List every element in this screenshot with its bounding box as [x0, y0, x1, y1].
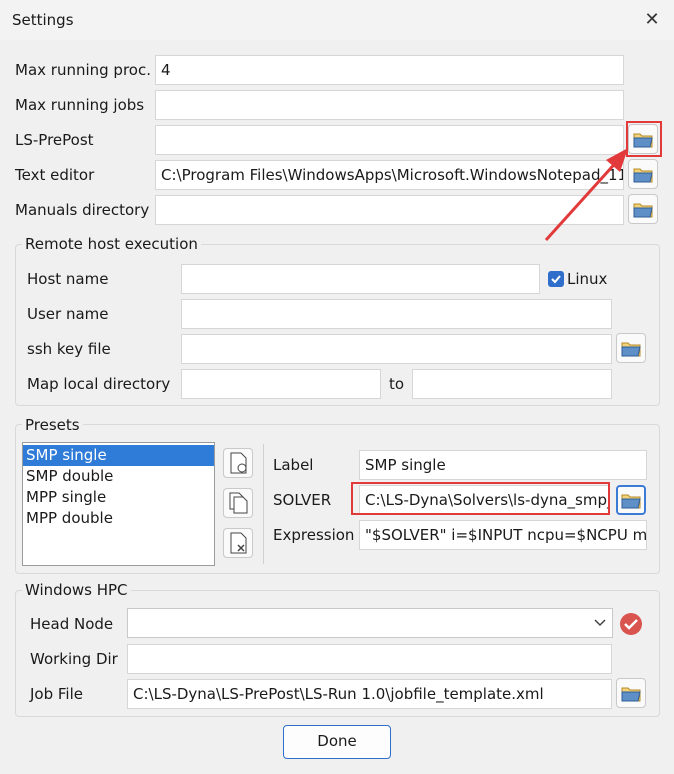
windows-hpc-group-title: Windows HPC	[22, 581, 131, 599]
folder-icon	[621, 342, 641, 357]
solver-browse-button[interactable]	[616, 485, 646, 515]
new-document-icon	[230, 452, 247, 474]
manuals-directory-label: Manuals directory	[15, 201, 150, 219]
linux-checkbox[interactable]	[548, 271, 564, 287]
ssh-key-file-input[interactable]	[181, 334, 612, 364]
user-name-label: User name	[27, 305, 109, 323]
max-running-jobs-label: Max running jobs	[15, 96, 145, 114]
preset-list-item[interactable]: SMP single	[23, 445, 214, 466]
map-local-directory-input[interactable]	[181, 369, 381, 399]
max-running-proc-label: Max running proc.	[15, 61, 151, 79]
max-running-proc-input[interactable]: 4	[155, 55, 624, 85]
title-bar	[0, 0, 674, 40]
to-label: to	[389, 375, 405, 393]
job-file-input[interactable]: C:\LS-Dyna\LS-PrePost\LS-Run 1.0\jobfile…	[127, 679, 612, 709]
chevron-down-icon	[594, 619, 606, 627]
job-file-label: Job File	[30, 685, 83, 703]
preset-divider	[263, 444, 264, 564]
working-dir-label: Working Dir	[30, 650, 118, 668]
expression-label: Expression	[273, 526, 355, 544]
delete-preset-button[interactable]	[223, 528, 253, 558]
head-node-select[interactable]	[127, 608, 613, 638]
close-button[interactable]: ✕	[640, 8, 664, 32]
ls-prepost-label: LS-PrePost	[15, 131, 94, 149]
max-running-jobs-input[interactable]	[155, 90, 624, 120]
preset-list-item[interactable]: SMP double	[23, 466, 214, 487]
done-button[interactable]: Done	[283, 725, 391, 759]
new-preset-button[interactable]	[223, 448, 253, 478]
working-dir-input[interactable]	[127, 644, 612, 674]
annotation-arrow	[544, 148, 628, 242]
linux-label: Linux	[567, 270, 608, 288]
ssh-key-file-label: ssh key file	[27, 340, 111, 358]
annotation-highlight-box	[351, 482, 610, 515]
text-editor-label: Text editor	[15, 166, 95, 184]
check-status-icon[interactable]	[619, 612, 643, 636]
delete-document-icon	[230, 532, 247, 554]
folder-icon	[621, 687, 641, 702]
close-icon: ✕	[644, 9, 660, 30]
host-name-input[interactable]	[181, 264, 540, 294]
window-title: Settings	[12, 11, 74, 29]
copy-preset-button[interactable]	[223, 488, 253, 518]
preset-label-input[interactable]: SMP single	[359, 450, 647, 480]
checkmark-icon	[551, 275, 561, 284]
folder-icon	[621, 494, 641, 509]
preset-label-label: Label	[273, 456, 314, 474]
expression-input[interactable]: "$SOLVER" i=$INPUT ncpu=$NCPU me	[359, 520, 647, 550]
preset-list-item[interactable]: MPP double	[23, 508, 214, 529]
solver-label: SOLVER	[273, 491, 332, 509]
host-name-label: Host name	[27, 270, 109, 288]
job-file-browse-button[interactable]	[616, 678, 646, 708]
copy-icon	[229, 492, 248, 514]
map-remote-directory-input[interactable]	[412, 369, 612, 399]
ssh-key-browse-button[interactable]	[616, 333, 646, 363]
head-node-label: Head Node	[30, 615, 114, 633]
preset-list-item[interactable]: MPP single	[23, 487, 214, 508]
presets-group-title: Presets	[22, 416, 83, 434]
map-local-directory-label: Map local directory	[27, 375, 171, 393]
remote-host-group-title: Remote host execution	[22, 235, 201, 253]
user-name-input[interactable]	[181, 299, 612, 329]
presets-list[interactable]: SMP single SMP double MPP single MPP dou…	[22, 442, 215, 566]
